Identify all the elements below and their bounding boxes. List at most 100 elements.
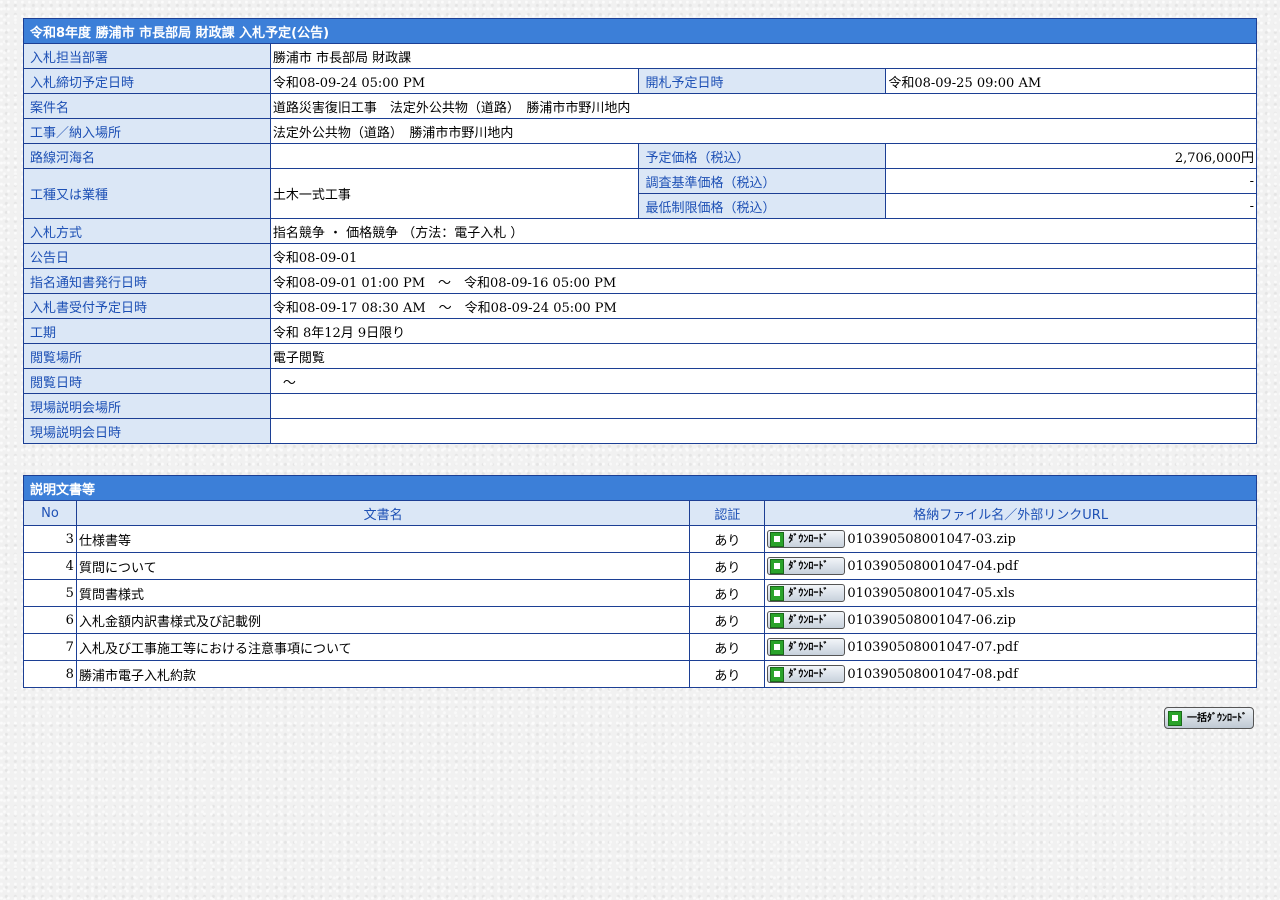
download-icon (770, 559, 785, 574)
doc-auth: あり (689, 579, 766, 607)
notify-value: 令和08-09-01 01:00 PM ～ 令和08-09-16 05:00 P… (269, 268, 1258, 294)
work-type-value: 土木一式工事 (269, 168, 640, 219)
planned-price-label: 予定価格（税込） (638, 143, 887, 169)
case-name-label: 案件名 (23, 93, 271, 119)
bulk-download-button[interactable]: 一括ﾀﾞｳﾝﾛｰﾄﾞ (1164, 707, 1254, 729)
doc-file-cell: ﾀﾞｳﾝﾛｰﾄﾞ 010390508001047-04.pdf (764, 552, 1257, 580)
bulk-download-label: 一括ﾀﾞｳﾝﾛｰﾄﾞ (1187, 713, 1247, 724)
notice-title: 令和8年度 勝浦市 市長部局 財政課 入札予定(公告) (23, 18, 1257, 44)
view-time-label: 閲覧日時 (23, 368, 271, 394)
doc-no: 5 (23, 579, 77, 607)
deadline-label: 入札締切予定日時 (23, 68, 271, 94)
receipt-label: 入札書受付予定日時 (23, 293, 271, 319)
column-auth: 認証 (689, 500, 766, 526)
doc-auth: あり (689, 525, 766, 553)
download-icon (770, 586, 785, 601)
column-doc-name: 文書名 (75, 500, 691, 526)
doc-name: 質問について (75, 552, 691, 580)
download-button[interactable]: ﾀﾞｳﾝﾛｰﾄﾞ (767, 638, 846, 656)
file-name: 010390508001047-03.zip (847, 531, 1016, 547)
download-label: ﾀﾞｳﾝﾛｰﾄﾞ (788, 561, 829, 572)
view-time-value: ～ (269, 368, 1258, 394)
site-time-value (269, 418, 1258, 444)
table-row: 5 質問書様式 あり ﾀﾞｳﾝﾛｰﾄﾞ 010390508001047-05.xls (23, 579, 1257, 607)
doc-file-cell: ﾀﾞｳﾝﾛｰﾄﾞ 010390508001047-05.xls (764, 579, 1257, 607)
doc-auth: あり (689, 552, 766, 580)
doc-auth: あり (689, 660, 766, 688)
doc-no: 6 (23, 606, 77, 634)
doc-file-cell: ﾀﾞｳﾝﾛｰﾄﾞ 010390508001047-03.zip (764, 525, 1257, 553)
doc-no: 7 (23, 633, 77, 661)
download-button[interactable]: ﾀﾞｳﾝﾛｰﾄﾞ (767, 665, 846, 683)
deadline-value: 令和08-09-24 05:00 PM (269, 68, 640, 94)
department-label: 入札担当部署 (23, 43, 271, 69)
period-label: 工期 (23, 318, 271, 344)
download-icon (770, 613, 785, 628)
survey-price-value: - (885, 168, 1257, 194)
site-place-label: 現場説明会場所 (23, 393, 271, 419)
download-button[interactable]: ﾀﾞｳﾝﾛｰﾄﾞ (767, 584, 846, 602)
download-button[interactable]: ﾀﾞｳﾝﾛｰﾄﾞ (767, 530, 846, 548)
planned-price-value: 2,706,000円 (885, 143, 1257, 169)
method-value: 指名競争 ・ 価格競争 （方法：電子入札 ） (269, 218, 1258, 244)
case-name-value: 道路災害復旧工事 法定外公共物（道路） 勝浦市市野川地内 (269, 93, 1258, 119)
table-row: 4 質問について あり ﾀﾞｳﾝﾛｰﾄﾞ 010390508001047-04.pdf (23, 552, 1257, 580)
table-row: 8 勝浦市電子入札約款 あり ﾀﾞｳﾝﾛｰﾄﾞ 010390508001047-08.p… (23, 660, 1257, 688)
doc-file-cell: ﾀﾞｳﾝﾛｰﾄﾞ 010390508001047-07.pdf (764, 633, 1257, 661)
department-value: 勝浦市 市長部局 財政課 (269, 43, 1258, 69)
download-label: ﾀﾞｳﾝﾛｰﾄﾞ (788, 615, 829, 626)
download-icon (770, 667, 785, 682)
doc-file-cell: ﾀﾞｳﾝﾛｰﾄﾞ 010390508001047-06.zip (764, 606, 1257, 634)
work-type-label: 工種又は業種 (23, 168, 271, 219)
doc-auth: あり (689, 606, 766, 634)
receipt-value: 令和08-09-17 08:30 AM ～ 令和08-09-24 05:00 P… (269, 293, 1258, 319)
doc-no: 4 (23, 552, 77, 580)
min-price-value: - (885, 193, 1257, 219)
documents-title: 説明文書等 (23, 475, 1257, 501)
method-label: 入札方式 (23, 218, 271, 244)
opening-label: 開札予定日時 (638, 68, 887, 94)
download-button[interactable]: ﾀﾞｳﾝﾛｰﾄﾞ (767, 611, 846, 629)
route-label: 路線河海名 (23, 143, 271, 169)
download-label: ﾀﾞｳﾝﾛｰﾄﾞ (788, 669, 829, 680)
doc-name: 入札金額内訳書様式及び記載例 (75, 606, 691, 634)
site-time-label: 現場説明会日時 (23, 418, 271, 444)
documents-table: 説明文書等 No 文書名 認証 格納ファイル名／外部リンクURL 3 仕様書等 あり… (23, 475, 1257, 688)
column-file: 格納ファイル名／外部リンクURL (764, 500, 1257, 526)
table-row: 7 入札及び工事施工等における注意事項について あり ﾀﾞｳﾝﾛｰﾄﾞ 01039050… (23, 633, 1257, 661)
file-name: 010390508001047-04.pdf (847, 558, 1018, 574)
survey-price-label: 調査基準価格（税込） (638, 168, 887, 194)
column-no: No (23, 500, 77, 526)
table-row: 6 入札金額内訳書様式及び記載例 あり ﾀﾞｳﾝﾛｰﾄﾞ 010390508001047… (23, 606, 1257, 634)
announce-value: 令和08-09-01 (269, 243, 1258, 269)
doc-name: 仕様書等 (75, 525, 691, 553)
announce-label: 公告日 (23, 243, 271, 269)
file-name: 010390508001047-08.pdf (847, 666, 1018, 682)
download-label: ﾀﾞｳﾝﾛｰﾄﾞ (788, 534, 829, 545)
view-place-value: 電子閲覧 (269, 343, 1258, 369)
doc-name: 勝浦市電子入札約款 (75, 660, 691, 688)
view-place-label: 閲覧場所 (23, 343, 271, 369)
download-label: ﾀﾞｳﾝﾛｰﾄﾞ (788, 588, 829, 599)
notice-table: 令和8年度 勝浦市 市長部局 財政課 入札予定(公告) 入札担当部署 勝浦市 市… (23, 18, 1258, 444)
download-icon (770, 532, 785, 547)
download-icon (770, 640, 785, 655)
doc-file-cell: ﾀﾞｳﾝﾛｰﾄﾞ 010390508001047-08.pdf (764, 660, 1257, 688)
site-place-value (269, 393, 1258, 419)
doc-auth: あり (689, 633, 766, 661)
file-name: 010390508001047-07.pdf (847, 639, 1018, 655)
doc-no: 8 (23, 660, 77, 688)
location-label: 工事／納入場所 (23, 118, 271, 144)
download-button[interactable]: ﾀﾞｳﾝﾛｰﾄﾞ (767, 557, 846, 575)
min-price-label: 最低制限価格（税込） (638, 193, 887, 219)
download-label: ﾀﾞｳﾝﾛｰﾄﾞ (788, 642, 829, 653)
location-value: 法定外公共物（道路） 勝浦市市野川地内 (269, 118, 1258, 144)
route-value (269, 143, 640, 169)
doc-no: 3 (23, 525, 77, 553)
download-icon (1168, 711, 1182, 726)
doc-name: 質問書様式 (75, 579, 691, 607)
file-name: 010390508001047-06.zip (847, 612, 1016, 628)
period-value: 令和 8年12月 9日限り (269, 318, 1258, 344)
doc-name: 入札及び工事施工等における注意事項について (75, 633, 691, 661)
file-name: 010390508001047-05.xls (847, 585, 1015, 601)
